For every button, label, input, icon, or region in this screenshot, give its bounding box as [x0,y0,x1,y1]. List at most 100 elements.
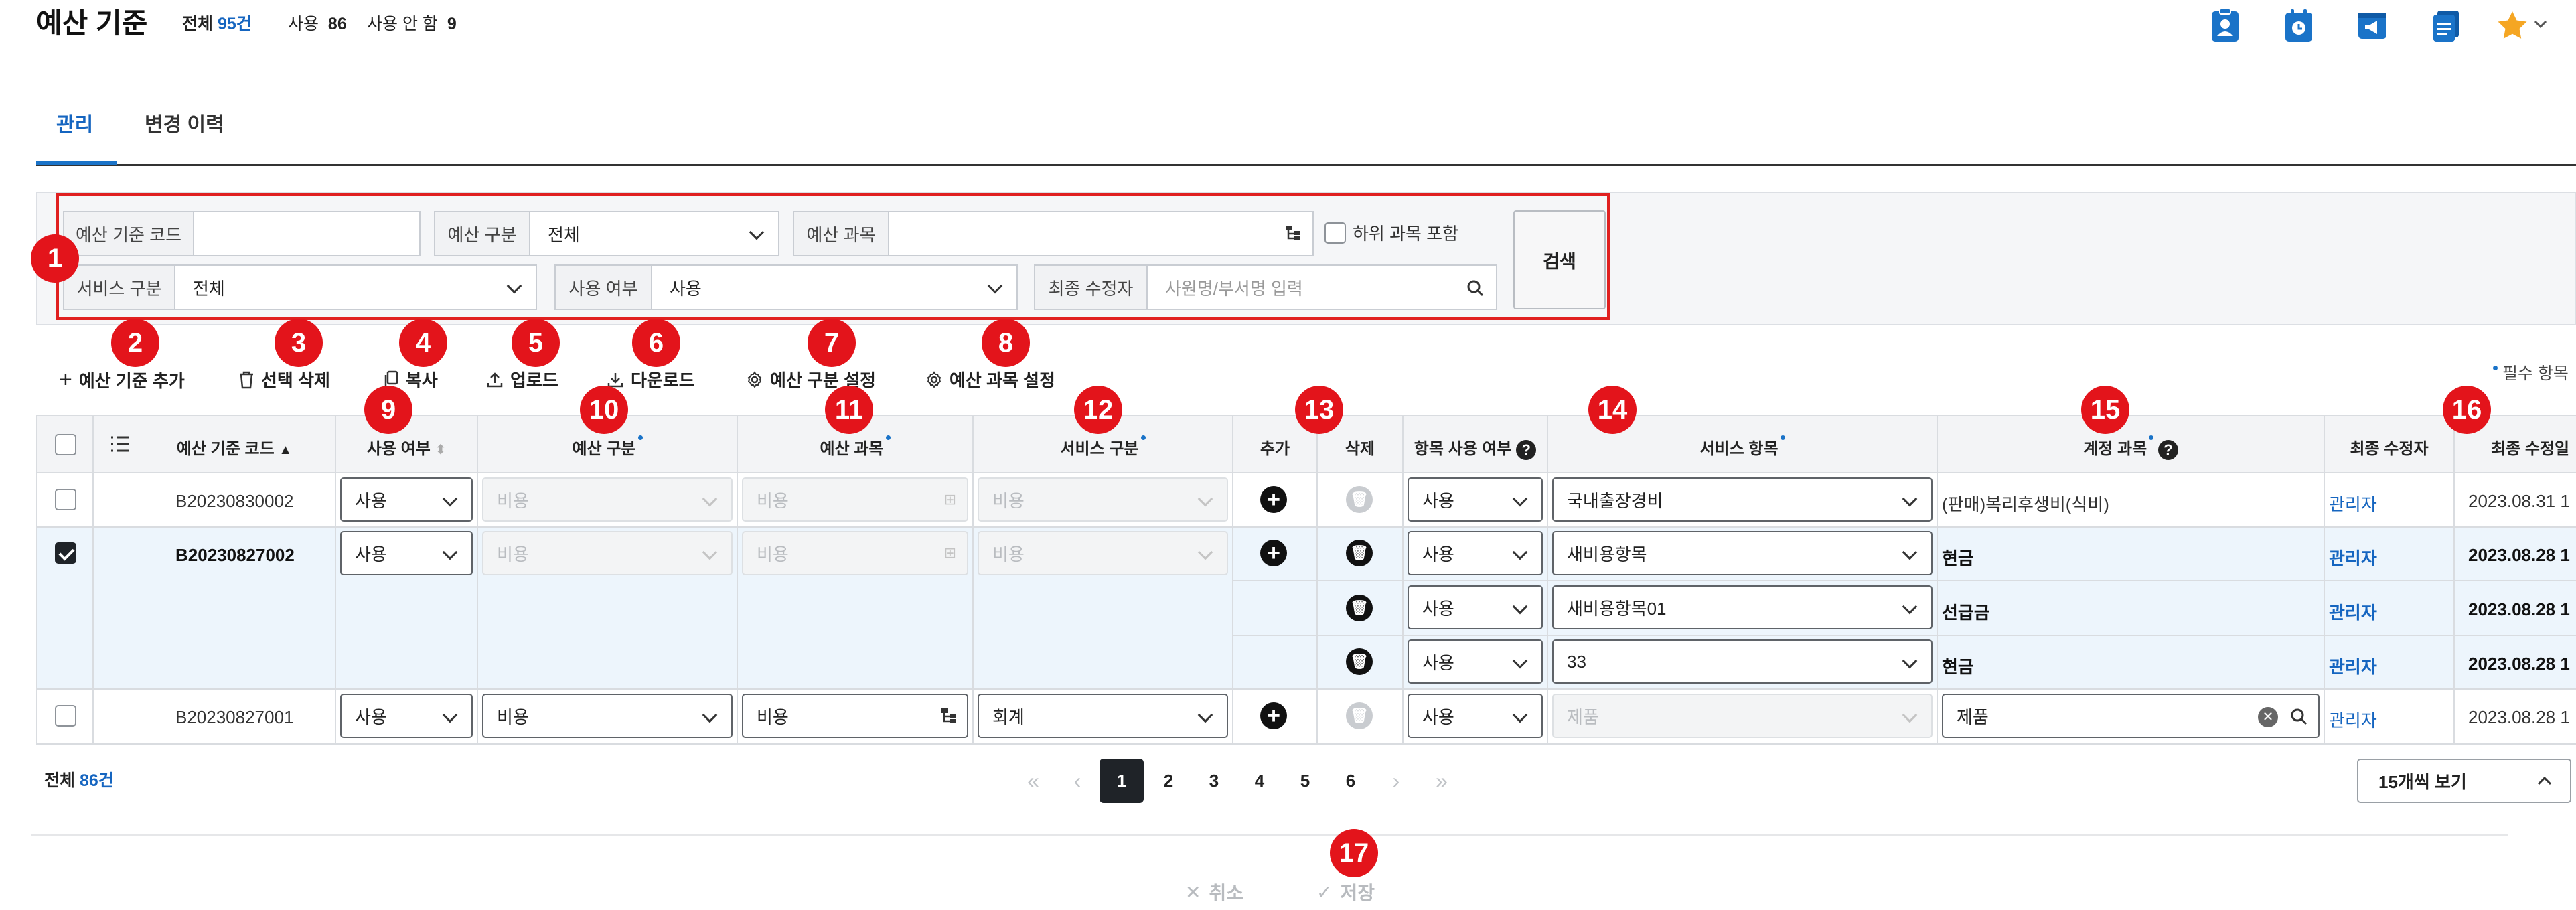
row-gl-account: 선급금 [1942,603,1990,623]
row-service-item-select[interactable]: 33 [1552,639,1933,684]
trash-icon: 🗑 [1346,486,1373,513]
trash-icon[interactable]: 🗑 [1346,648,1373,675]
download-button[interactable]: 다운로드 [607,367,695,392]
add-budget-button[interactable]: + 예산 기준 추가 [59,367,185,393]
header-gl-account: 계정 과목 ? [1938,435,2324,460]
add-row-icon[interactable]: + [1260,540,1287,566]
row-item-usage-select[interactable]: 사용 [1408,585,1543,629]
unused-count: 사용 안 함 9 [367,15,457,33]
header-service-item: 서비스 항목 [1548,435,1937,459]
row-gl-account: 현금 [1942,657,1974,677]
megaphone-icon[interactable] [2357,8,2388,43]
badge-15: 15 [2081,386,2129,434]
add-row-icon[interactable]: + [1260,486,1287,513]
badge-9: 9 [364,386,412,434]
row-item-usage-select[interactable]: 사용 [1408,477,1543,522]
save-button[interactable]: ✓ 저장 [1316,879,1375,905]
tab-manage[interactable]: 관리 [56,115,93,135]
row-gl-account-input[interactable]: 제품 ✕ [1942,694,2320,738]
row-item-usage-select[interactable]: 사용 [1408,639,1543,684]
header-account: 예산 과목 [738,435,972,459]
row-account-input: 비용 ⊞ [742,531,968,575]
row-usage-select[interactable]: 사용 [340,477,473,522]
row-usage-select[interactable]: 사용 [340,694,473,738]
row-item-usage-select[interactable]: 사용 [1408,531,1543,575]
badge-16: 16 [2443,386,2491,434]
page-2[interactable]: 2 [1146,759,1191,803]
page-title: 예산 기준 [36,7,148,39]
last-page-icon[interactable]: » [1420,759,1464,803]
row-modifier-link[interactable]: 관리자 [2329,599,2377,624]
badge-12: 12 [1074,386,1122,434]
page-4[interactable]: 4 [1237,759,1282,803]
badge-1: 1 [31,234,79,283]
row-code: B20230827001 [175,707,294,727]
next-page-icon[interactable]: › [1374,759,1418,803]
page-3[interactable]: 3 [1192,759,1236,803]
row-modifier-link[interactable]: 관리자 [2329,491,2377,516]
first-page-icon[interactable]: « [1011,759,1055,803]
row-service-item-select[interactable]: 국내출장경비 [1552,477,1933,522]
chevron-up-icon [2537,776,2552,785]
row-modifier-link[interactable]: 관리자 [2329,545,2377,570]
document-list-icon[interactable] [2431,8,2461,43]
row-account-input: 비용 ⊞ [742,477,968,522]
help-icon: ? [1516,439,1537,460]
badge-14: 14 [1588,386,1637,434]
page-6[interactable]: 6 [1329,759,1373,803]
clear-icon[interactable]: ✕ [2258,707,2278,727]
header-item-usage: 항목 사용 여부 ? [1404,435,1547,460]
tree-picker-icon: ⊞ [943,544,956,561]
row-service-select[interactable]: 회계 [978,694,1228,738]
row-category-select[interactable]: 비용 [482,694,733,738]
trash-icon[interactable]: 🗑 [1346,540,1373,566]
page-1[interactable]: 1 [1100,759,1144,803]
required-note: 필수 항목 [2491,366,2569,382]
tree-picker-icon [941,708,956,723]
total-count: 전체 95건 [182,15,252,33]
prev-page-icon[interactable]: ‹ [1055,759,1100,803]
row-checkbox[interactable] [55,705,76,727]
row-gl-account: (판매)복리후생비(식비) [1942,494,2109,514]
row-usage-select[interactable]: 사용 [340,531,473,575]
trash-icon [240,371,253,388]
row-gl-account: 현금 [1942,548,1974,568]
header-category: 예산 구분 [478,435,737,459]
badge-6: 6 [632,319,680,367]
check-icon: ✓ [1316,881,1333,903]
gear-icon [747,370,762,388]
used-count: 사용 86 [288,15,347,33]
badge-17: 17 [1330,829,1378,877]
row-checkbox[interactable] [55,542,76,564]
row-service-item-select[interactable]: 새비용항목01 [1552,585,1933,629]
trash-icon: 🗑 [1346,702,1373,729]
add-row-icon[interactable]: + [1260,702,1287,729]
account-settings-button[interactable]: 예산 과목 설정 [925,367,1055,392]
header-service: 서비스 구분 [974,435,1232,459]
row-modifier-link[interactable]: 관리자 [2329,707,2377,732]
tab-change-history[interactable]: 변경 이력 [145,115,224,135]
cancel-button[interactable]: ✕ 취소 [1185,879,1243,905]
row-modifier-link[interactable]: 관리자 [2329,654,2377,678]
row-date: 2023.08.31 1 [2468,491,2570,511]
header-modified-date: 최종 수정일 [2491,440,2570,458]
row-checkbox[interactable] [55,489,76,510]
row-date: 2023.08.28 1 [2468,707,2570,727]
header-usage[interactable]: 사용 여부 ⬍ [336,435,477,459]
header-code[interactable]: 예산 기준 코드 ▲ [134,435,335,459]
row-account-input[interactable]: 비용 [742,694,968,738]
per-page-select[interactable]: 15개씩 보기 [2357,759,2571,803]
person-badge-icon[interactable] [2210,8,2241,43]
page-5[interactable]: 5 [1283,759,1327,803]
row-item-usage-select[interactable]: 사용 [1408,694,1543,738]
download-icon [607,372,623,387]
clock-calendar-icon[interactable] [2283,8,2314,43]
upload-button[interactable]: 업로드 [486,367,558,392]
select-all-checkbox[interactable] [55,434,76,455]
column-settings-icon[interactable] [110,435,130,453]
row-service-item-select[interactable]: 새비용항목 [1552,531,1933,575]
favorite-star-dropdown[interactable] [2496,9,2550,42]
header-delete: 삭제 [1345,440,1375,458]
trash-icon[interactable]: 🗑 [1346,595,1373,621]
delete-selected-button[interactable]: 선택 삭제 [238,367,330,392]
